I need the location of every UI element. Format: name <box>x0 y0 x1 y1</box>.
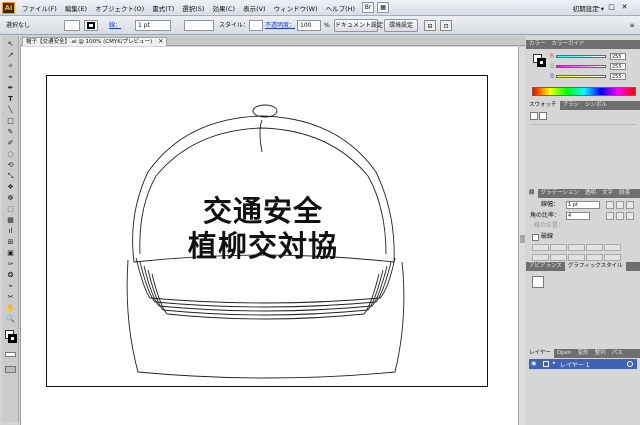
vertical-scrollbar[interactable] <box>518 47 525 425</box>
appearance-panel-tabs: アピアランス グラフィックスタイル <box>526 262 640 271</box>
green-channel-label: G <box>550 63 555 70</box>
dash-field[interactable] <box>568 254 585 261</box>
eye-icon[interactable]: ◉ <box>531 360 536 367</box>
cap-brim-line <box>135 257 396 304</box>
stroke-weight-label: 線幅： <box>541 201 560 208</box>
color-panel-tabs: カラー カラーガイド <box>526 40 640 49</box>
cap-square-icon[interactable] <box>626 201 634 209</box>
swatch-registration[interactable] <box>539 112 547 120</box>
green-value[interactable]: 255 <box>610 63 626 70</box>
color-stroke-swatch[interactable] <box>537 58 546 67</box>
gap-field[interactable] <box>550 254 567 261</box>
target-icon[interactable] <box>627 361 633 367</box>
tab-transparency[interactable]: 透明 <box>582 189 599 198</box>
tab-color[interactable]: カラー <box>526 40 549 49</box>
tab-character[interactable]: 文字 <box>599 189 616 198</box>
dashed-label: 破線 <box>541 233 554 240</box>
color-spectrum[interactable] <box>532 87 636 96</box>
layer-row[interactable]: ◉ ▸ レイヤー 1 <box>529 359 637 369</box>
tab-transform[interactable]: 変形 <box>575 349 592 358</box>
dash-field[interactable] <box>604 244 621 251</box>
stroke-align-label: 線の位置： <box>534 222 565 229</box>
layers-panel-tabs: レイヤー Open 変形 整列 パス <box>526 349 640 358</box>
tab-color-guide[interactable]: カラーガイド <box>549 40 588 49</box>
red-value[interactable]: 255 <box>610 53 626 60</box>
tab-layers[interactable]: レイヤー <box>526 349 554 358</box>
tab-brushes[interactable]: ブラシ <box>560 101 582 110</box>
layer-name[interactable]: レイヤー 1 <box>560 360 590 369</box>
cap-seam <box>259 119 263 153</box>
dash-field[interactable] <box>568 244 585 251</box>
swatch-none[interactable] <box>530 112 538 120</box>
tab-swatches[interactable]: スウォッチ <box>526 101 560 110</box>
dash-field[interactable] <box>532 244 549 251</box>
tab-stroke[interactable]: 線 <box>526 189 538 198</box>
green-slider[interactable] <box>556 65 606 68</box>
swatch-area <box>530 124 636 186</box>
miter-limit-label: 角の比率： <box>530 212 561 219</box>
cap-button <box>252 104 278 118</box>
tab-symbols[interactable]: シンボル <box>582 101 610 110</box>
join-round-icon[interactable] <box>616 212 624 220</box>
tab-gradient[interactable]: グラデーション <box>538 189 582 198</box>
stroke-panel-tabs: 線 グラデーション 透明 文字 段落 <box>526 189 640 198</box>
cap-butt-icon[interactable] <box>606 201 614 209</box>
expand-icon[interactable]: ▸ <box>553 360 556 366</box>
join-miter-icon[interactable] <box>606 212 614 220</box>
miter-limit-input[interactable]: 4 <box>566 212 590 220</box>
tab-graphic-styles[interactable]: グラフィックスタイル <box>564 262 626 271</box>
tab-pathfinder[interactable]: パス <box>609 349 626 358</box>
scrollbar-thumb[interactable] <box>520 235 525 243</box>
tab-appearance[interactable]: アピアランス <box>526 262 565 271</box>
default-graphic-style[interactable] <box>532 276 544 288</box>
blue-slider[interactable] <box>556 75 606 78</box>
gap-field[interactable] <box>550 244 567 251</box>
dash-field[interactable] <box>604 254 621 261</box>
tab-align[interactable]: 整列 <box>592 349 609 358</box>
lock-toggle[interactable] <box>543 361 549 367</box>
cap-text-line1[interactable]: 交通安全 <box>193 194 333 228</box>
swatch-panel-tabs: スウォッチ ブラシ シンボル <box>526 101 640 110</box>
gap-field[interactable] <box>586 244 603 251</box>
cap-round-icon[interactable] <box>616 201 624 209</box>
red-slider[interactable] <box>556 55 606 58</box>
blue-value[interactable]: 255 <box>610 73 626 80</box>
red-channel-label: R <box>550 53 555 60</box>
tab-paragraph[interactable]: 段落 <box>616 189 633 198</box>
dashed-checkbox[interactable] <box>532 234 539 241</box>
dash-field[interactable] <box>532 254 549 261</box>
gap-field[interactable] <box>586 254 603 261</box>
join-bevel-icon[interactable] <box>626 212 634 220</box>
blue-channel-label: B <box>550 73 555 80</box>
stroke-weight-input[interactable]: 1 pt <box>566 201 600 209</box>
tab-open[interactable]: Open <box>554 349 575 358</box>
cap-text-line2[interactable]: 植柳交対協 <box>178 229 348 263</box>
